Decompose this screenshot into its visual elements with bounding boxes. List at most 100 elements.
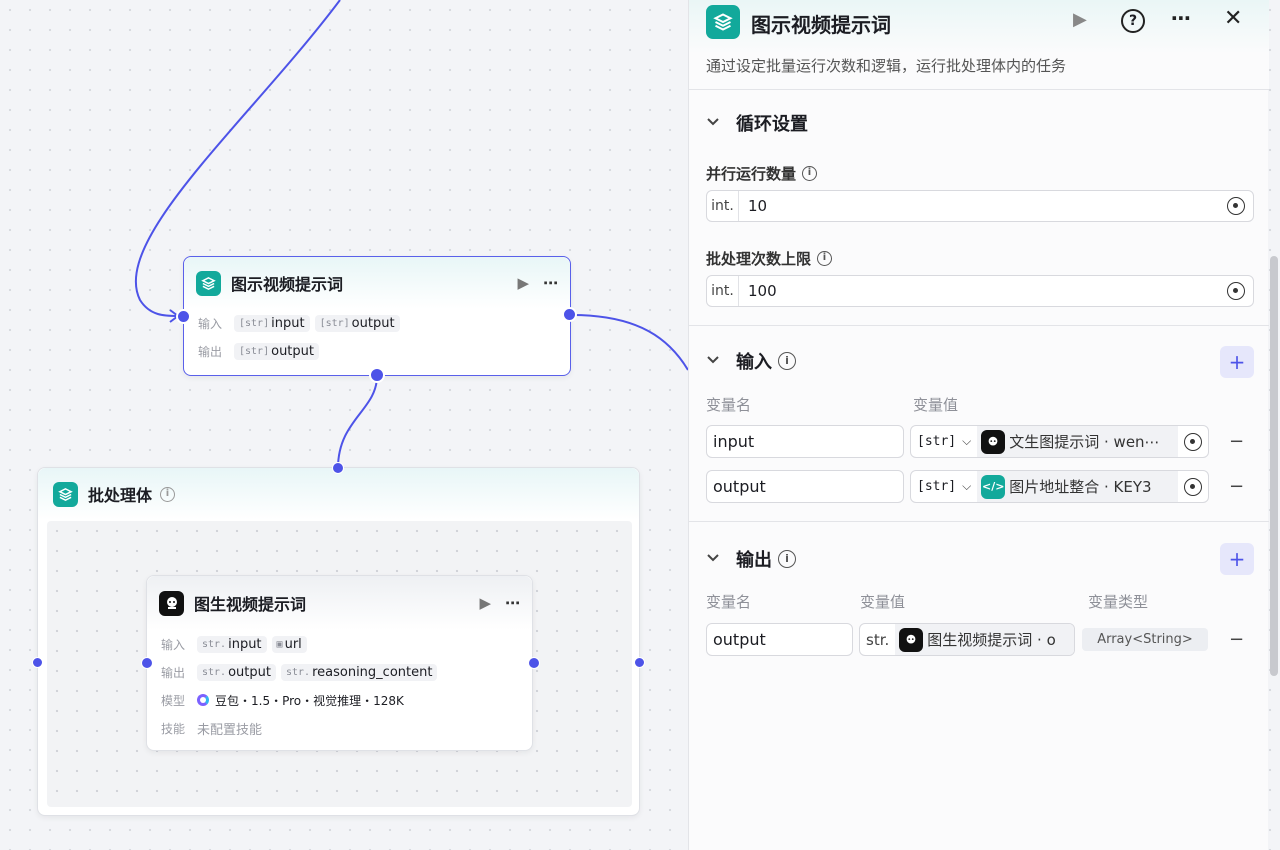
panel-header: 图示视频提示词 ▶ ? ⋯ ✕ 通过设定批量运行次数和逻辑，运行批处理体内的任务 [689,0,1269,90]
inner-node-output-port[interactable] [528,657,540,669]
output-label: 输出 [161,665,186,680]
skill-label: 技能 [161,721,186,736]
batch-top-port[interactable] [332,462,344,474]
value-ref: 图生视频提示词 · o [895,624,1074,655]
input-var-value-field[interactable]: [str] ⌵ </> 图片地址整合 · KEY3 [910,470,1209,503]
add-input-button[interactable]: + [1220,346,1254,378]
limit-value[interactable]: 100 [739,282,1227,300]
chevron-down-icon[interactable]: ⌵ [962,479,977,494]
chevron-down-icon [706,354,736,368]
column-header-name: 变量名 [706,396,752,414]
divider [689,521,1269,522]
top-node-bottom-port[interactable] [369,367,385,383]
value-ref: </> 图片地址整合 · KEY3 [977,471,1178,502]
input-var-name-field[interactable]: output [706,470,904,503]
type-select[interactable]: [str] [911,434,962,449]
batch-limit-input[interactable]: int. 100 [706,275,1254,307]
bot-icon [159,590,184,616]
variable-ref-icon[interactable] [1184,477,1202,496]
panel-description: 通过设定批量运行次数和逻辑，运行批处理体内的任务 [706,57,1067,75]
skill-value: 未配置技能 [197,722,263,738]
batch-right-port[interactable] [634,657,645,668]
inner-llm-node[interactable]: 图生视频提示词 ▶ ⋯ 输入 str. input ▣ url 输出 str. out… [146,575,533,751]
play-icon[interactable]: ▶ [517,274,529,292]
play-icon[interactable]: ▶ [479,594,491,612]
type-label: int. [707,191,739,221]
loop-section-header[interactable]: 循环设置 [706,110,808,136]
image-icon: ▣ [276,638,283,650]
variable-ref-icon[interactable] [1184,432,1202,451]
output-chip: str. output [197,663,276,681]
more-icon[interactable]: ⋯ [1171,6,1191,30]
remove-input-button[interactable]: − [1229,476,1244,497]
layers-icon [53,481,78,507]
info-icon: i [160,486,176,502]
column-header-value: 变量值 [860,593,906,611]
top-batch-node[interactable]: 图示视频提示词 ▶ ⋯ 输入 [str] input [str] output 输出… [183,256,571,376]
output-label: 输出 [198,344,223,359]
chevron-down-icon[interactable]: ⌵ [962,434,977,449]
panel-title[interactable]: 图示视频提示词 [751,9,891,38]
output-type-badge: Array<String> [1082,628,1208,651]
remove-input-button[interactable]: − [1229,431,1244,452]
top-node-output-port[interactable] [562,307,577,322]
variable-ref-icon[interactable] [1227,282,1245,300]
input-label: 输入 [198,316,223,331]
model-value: 豆包・1.5・Pro・视觉推理・128K [215,693,404,708]
info-icon: i [778,550,796,568]
model-label: 模型 [161,693,186,708]
type-select[interactable]: [str] [911,479,962,494]
section-title: 循环设置 [736,114,808,135]
variable-ref-icon[interactable] [1227,197,1245,215]
value-ref: 文生图提示词 · wen⋯ [977,426,1178,457]
type-label: int. [707,276,739,306]
node-title: 批处理体 [88,486,153,505]
remove-output-button[interactable]: − [1229,629,1244,650]
top-node-input-port[interactable] [176,309,191,324]
input-chip: ▣ url [271,635,307,653]
run-icon[interactable]: ▶ [1073,9,1087,30]
model-logo-icon [197,694,209,706]
chevron-down-icon [706,552,736,566]
node-title: 图示视频提示词 [231,275,344,294]
more-icon[interactable]: ⋯ [505,594,520,612]
chevron-down-icon [706,116,736,130]
output-chip: [str] output [234,342,319,360]
info-icon: i [778,352,796,370]
help-icon[interactable]: ? [1121,9,1145,33]
parallel-label: 并行运行数量 i [706,163,818,184]
type-label: str. [866,630,890,649]
bot-icon [899,627,924,652]
layers-icon [706,5,740,39]
parallel-count-input[interactable]: int. 10 [706,190,1254,222]
layers-icon [196,270,221,296]
section-title: 输出 [736,550,772,571]
output-chip: str. reasoning_content [280,663,438,681]
input-var-value-field[interactable]: [str] ⌵ 文生图提示词 · wen⋯ [910,425,1209,458]
parallel-value[interactable]: 10 [739,197,1227,215]
input-chip: [str] output [314,314,400,332]
column-header-type: 变量类型 [1088,593,1149,611]
batch-left-port[interactable] [32,657,43,668]
info-icon: i [802,166,818,181]
output-section-header[interactable]: 输出 i [706,546,796,572]
input-label: 输入 [161,637,186,652]
more-icon[interactable]: ⋯ [543,274,558,292]
limit-label: 批处理次数上限 i [706,248,833,269]
inner-node-input-port[interactable] [141,657,153,669]
input-chip: [str] input [234,314,310,332]
output-var-name-field[interactable]: output [706,623,853,656]
output-var-value-field[interactable]: str. 图生视频提示词 · o [859,623,1075,656]
column-header-name: 变量名 [706,593,752,611]
code-icon: </> [981,474,1006,499]
close-icon[interactable]: ✕ [1224,6,1242,31]
bot-icon [981,429,1006,454]
info-icon: i [817,251,833,266]
node-config-panel: 图示视频提示词 ▶ ? ⋯ ✕ 通过设定批量运行次数和逻辑，运行批处理体内的任务… [688,0,1278,850]
add-output-button[interactable]: + [1220,543,1254,575]
divider [689,325,1269,326]
input-section-header[interactable]: 输入 i [706,348,796,374]
input-var-name-field[interactable]: input [706,425,904,458]
scrollbar[interactable] [1270,256,1278,676]
node-title: 图生视频提示词 [194,595,307,614]
